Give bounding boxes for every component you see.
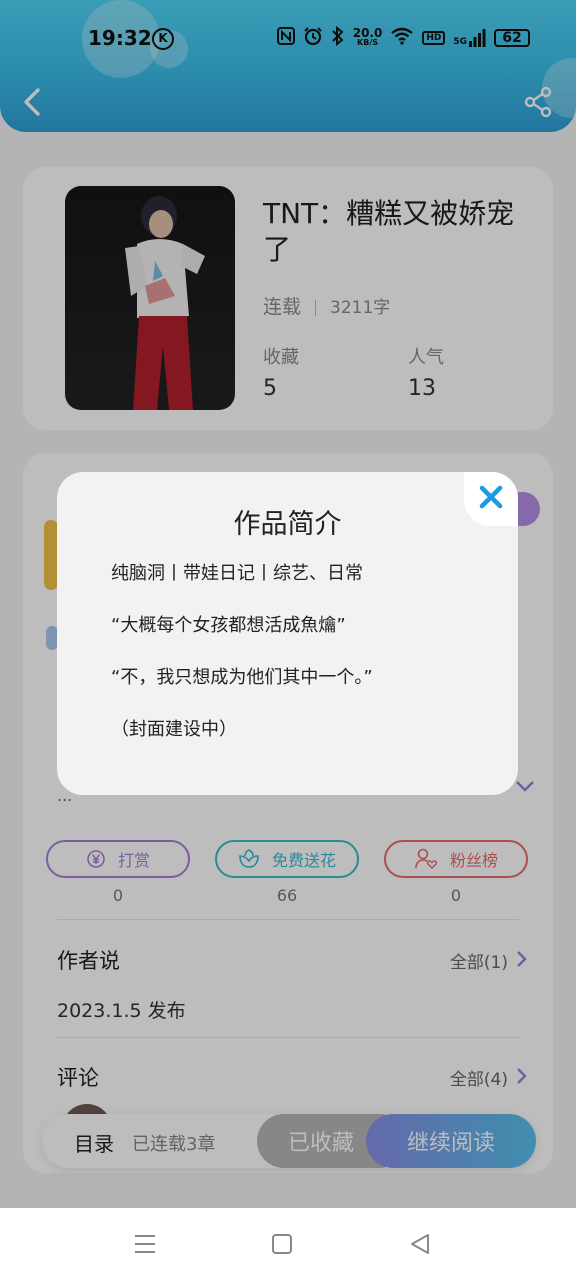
system-nav-bar xyxy=(0,1208,576,1280)
back-icon[interactable] xyxy=(408,1232,432,1256)
home-icon[interactable] xyxy=(271,1233,293,1255)
modal-title: 作品简介 xyxy=(233,509,342,540)
intro-line: “大概每个女孩都想活成魚爚” xyxy=(111,615,346,636)
intro-line: （封面建设中） xyxy=(111,719,237,740)
intro-modal: 作品简介 纯脑洞丨带娃日记丨综艺、日常 “大概每个女孩都想活成魚爚” “不，我只… xyxy=(57,472,518,795)
intro-line: “不，我只想成为他们其中一个。” xyxy=(111,667,373,688)
close-button[interactable] xyxy=(464,472,518,526)
menu-icon[interactable] xyxy=(133,1232,157,1256)
close-icon xyxy=(479,485,503,509)
intro-line: 纯脑洞丨带娃日记丨综艺、日常 xyxy=(111,563,363,584)
